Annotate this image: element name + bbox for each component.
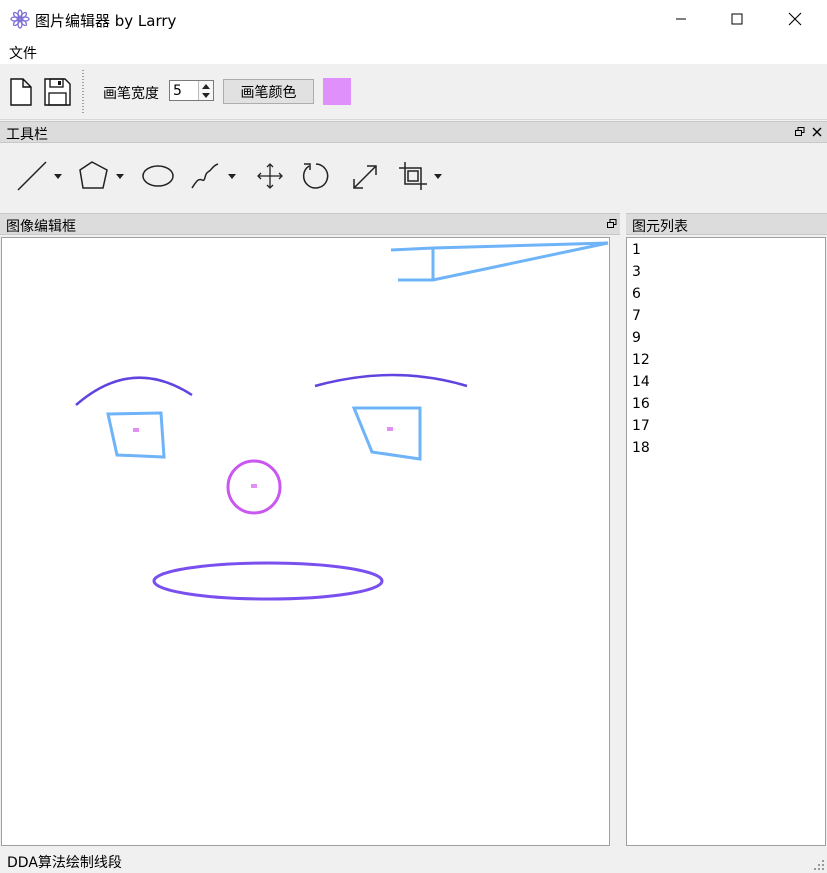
list-item[interactable]: 7 [632, 308, 641, 324]
list-item[interactable]: 3 [632, 264, 641, 280]
spin-down-button[interactable] [198, 90, 213, 100]
status-bar [0, 848, 827, 873]
list-item[interactable]: 9 [632, 330, 641, 346]
line-tool-button[interactable] [14, 152, 66, 200]
drawing-canvas[interactable] [1, 237, 610, 846]
canvas-dock-title[interactable]: 图像编辑框 [0, 213, 620, 235]
ellipse-tool-icon [142, 165, 174, 187]
right-eye-polygon[interactable] [351, 406, 422, 461]
close-icon[interactable] [812, 127, 822, 137]
new-file-button[interactable] [6, 76, 36, 108]
list-item[interactable]: 6 [632, 286, 641, 302]
left-eye-dot [133, 428, 139, 432]
arrow-down-icon [202, 92, 210, 98]
pen-width-label: 画笔宽度 [103, 86, 159, 102]
save-button[interactable] [42, 76, 74, 108]
scale-tool-button[interactable] [348, 152, 382, 200]
pen-width-spinbox[interactable]: 5 [169, 80, 214, 101]
toolbar-separator [82, 70, 84, 114]
float-icon[interactable] [607, 219, 617, 229]
tools-dock-label: 工具栏 [6, 127, 48, 143]
curve-tool-button[interactable] [186, 152, 242, 200]
move-tool-button[interactable] [254, 152, 286, 200]
resize-grip-icon[interactable] [814, 860, 825, 871]
minimize-icon [676, 18, 686, 20]
flower-icon [10, 9, 30, 29]
pen-color-swatch[interactable] [323, 78, 351, 105]
pen-color-button[interactable]: 画笔颜色 [223, 79, 314, 104]
polygon-tool-icon [79, 161, 124, 189]
right-eye-dot [387, 427, 393, 431]
crop-tool-button[interactable] [396, 152, 446, 200]
status-text: DDA算法绘制线段 [7, 855, 122, 871]
left-eyebrow-curve[interactable] [75, 376, 193, 406]
close-button[interactable] [772, 0, 818, 38]
canvas-dock-label: 图像编辑框 [6, 219, 76, 235]
arrow-up-icon [202, 83, 210, 89]
pen-width-value[interactable]: 5 [173, 83, 182, 99]
list-item[interactable]: 12 [632, 352, 650, 368]
list-item[interactable]: 16 [632, 396, 650, 412]
rotate-tool-icon [302, 163, 329, 189]
float-icon[interactable] [795, 127, 805, 137]
nose-dot [251, 484, 257, 488]
list-item[interactable]: 1 [632, 242, 641, 258]
window-title: 图片编辑器 by Larry [35, 12, 177, 30]
list-item[interactable]: 18 [632, 440, 650, 456]
minimize-button[interactable] [658, 0, 704, 38]
ellipse-tool-button[interactable] [140, 152, 176, 200]
primitive-list[interactable]: 1 3 6 7 9 12 14 16 17 18 [626, 237, 826, 846]
triangle-shape[interactable] [390, 241, 609, 282]
menu-bar [0, 38, 827, 64]
curve-tool-icon [191, 163, 236, 189]
list-dock-title[interactable]: 图元列表 [626, 213, 827, 235]
right-eyebrow-curve[interactable] [314, 373, 468, 388]
menu-file[interactable]: 文件 [9, 43, 37, 63]
mouth-ellipse[interactable] [152, 561, 384, 601]
save-icon [44, 78, 71, 106]
scale-tool-icon [353, 165, 377, 189]
list-item[interactable]: 17 [632, 418, 650, 434]
crop-tool-icon [399, 162, 442, 190]
list-dock-label: 图元列表 [632, 219, 688, 235]
line-tool-icon [17, 161, 62, 191]
tools-dock-title[interactable]: 工具栏 [0, 121, 827, 143]
left-eye-polygon[interactable] [106, 411, 166, 459]
rotate-tool-button[interactable] [300, 152, 334, 200]
new-file-icon [10, 78, 32, 106]
maximize-icon [731, 13, 743, 25]
move-tool-icon [257, 163, 283, 189]
list-item[interactable]: 14 [632, 374, 650, 390]
maximize-button[interactable] [714, 0, 760, 38]
polygon-tool-button[interactable] [76, 152, 132, 200]
close-icon [788, 12, 802, 26]
